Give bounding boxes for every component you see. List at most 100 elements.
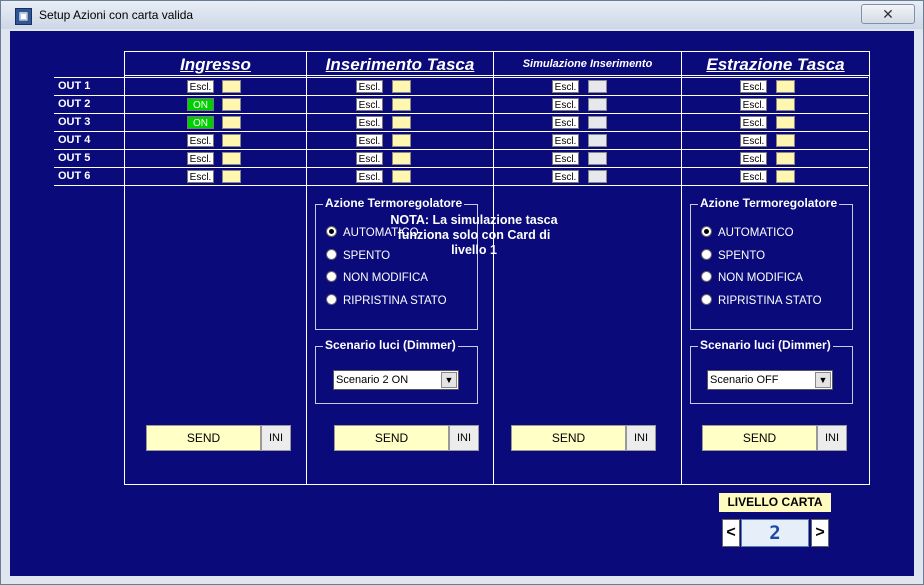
output-state-button[interactable]: Escl. bbox=[552, 80, 579, 93]
out-label: OUT 2 bbox=[58, 98, 91, 110]
row-divider bbox=[54, 77, 868, 78]
group-title: Scenario luci (Dimmer) bbox=[698, 338, 833, 352]
output-indicator[interactable] bbox=[588, 98, 607, 111]
send-button-estrazione[interactable]: SEND bbox=[702, 425, 817, 451]
output-state-button[interactable]: Escl. bbox=[552, 170, 579, 183]
radio-spento[interactable]: SPENTO bbox=[326, 248, 390, 264]
output-indicator[interactable] bbox=[776, 152, 795, 165]
output-state-button[interactable]: Escl. bbox=[187, 170, 214, 183]
row-divider bbox=[54, 167, 868, 168]
radio-selected-icon bbox=[701, 226, 712, 238]
output-indicator[interactable] bbox=[222, 116, 241, 129]
output-indicator[interactable] bbox=[588, 134, 607, 147]
output-state-button[interactable]: Escl. bbox=[740, 134, 767, 147]
column-divider bbox=[493, 52, 494, 484]
output-indicator[interactable] bbox=[392, 98, 411, 111]
radio-non-modifica[interactable]: NON MODIFICA bbox=[701, 270, 803, 286]
output-indicator[interactable] bbox=[776, 80, 795, 93]
radio-icon bbox=[326, 249, 337, 261]
output-state-button[interactable]: Escl. bbox=[187, 152, 214, 165]
livello-prev-button[interactable]: < bbox=[722, 519, 740, 547]
output-state-button[interactable]: Escl. bbox=[740, 116, 767, 129]
output-state-button[interactable]: Escl. bbox=[356, 98, 383, 111]
radio-label: SPENTO bbox=[718, 250, 766, 262]
column-header-estrazione: Estrazione Tasca bbox=[706, 55, 845, 74]
output-indicator[interactable] bbox=[392, 134, 411, 147]
chevron-down-icon[interactable]: ▼ bbox=[441, 372, 457, 388]
output-indicator[interactable] bbox=[392, 80, 411, 93]
output-state-button[interactable]: ON bbox=[187, 98, 214, 111]
send-button-ingresso[interactable]: SEND bbox=[146, 425, 261, 451]
chevron-down-icon[interactable]: ▼ bbox=[815, 372, 831, 388]
output-state-button[interactable]: Escl. bbox=[552, 134, 579, 147]
radio-ripristina-stato[interactable]: RIPRISTINA STATO bbox=[701, 293, 822, 309]
ini-button-ingresso[interactable]: INI bbox=[261, 425, 291, 451]
output-indicator[interactable] bbox=[588, 116, 607, 129]
radio-label: RIPRISTINA STATO bbox=[718, 295, 822, 307]
output-state-button[interactable]: Escl. bbox=[740, 80, 767, 93]
output-indicator[interactable] bbox=[776, 134, 795, 147]
out-label: OUT 3 bbox=[58, 116, 91, 128]
output-state-button[interactable]: Escl. bbox=[356, 170, 383, 183]
output-indicator[interactable] bbox=[776, 98, 795, 111]
ini-button-estrazione[interactable]: INI bbox=[817, 425, 847, 451]
output-indicator[interactable] bbox=[392, 116, 411, 129]
row-divider bbox=[54, 149, 868, 150]
out-label: OUT 5 bbox=[58, 152, 91, 164]
output-state-button[interactable]: Escl. bbox=[187, 80, 214, 93]
scenario-dropdown[interactable]: Scenario 2 ON ▼ bbox=[333, 370, 459, 390]
radio-icon bbox=[701, 249, 712, 261]
output-state-button[interactable]: Escl. bbox=[740, 152, 767, 165]
ini-button-simulazione[interactable]: INI bbox=[626, 425, 656, 451]
column-header-simulazione: Simulazione Inserimento bbox=[522, 58, 653, 70]
output-indicator[interactable] bbox=[392, 152, 411, 165]
radio-label: SPENTO bbox=[343, 250, 391, 262]
output-state-button[interactable]: Escl. bbox=[552, 116, 579, 129]
output-state-button[interactable]: Escl. bbox=[356, 80, 383, 93]
row-divider bbox=[54, 131, 868, 132]
radio-automatico[interactable]: AUTOMATICO bbox=[701, 225, 794, 241]
output-state-button[interactable]: Escl. bbox=[552, 152, 579, 165]
output-indicator[interactable] bbox=[776, 116, 795, 129]
ini-button-inserimento[interactable]: INI bbox=[449, 425, 479, 451]
livello-next-button[interactable]: > bbox=[811, 519, 829, 547]
radio-spento[interactable]: SPENTO bbox=[701, 248, 765, 264]
output-indicator[interactable] bbox=[222, 80, 241, 93]
row-divider bbox=[54, 113, 868, 114]
dropdown-value: Scenario 2 ON bbox=[336, 374, 409, 386]
radio-selected-icon bbox=[326, 226, 337, 238]
output-state-button[interactable]: Escl. bbox=[356, 116, 383, 129]
output-state-button[interactable]: Escl. bbox=[740, 98, 767, 111]
output-state-button[interactable]: Escl. bbox=[356, 152, 383, 165]
out-label: OUT 4 bbox=[58, 134, 91, 146]
send-button-simulazione[interactable]: SEND bbox=[511, 425, 626, 451]
output-indicator[interactable] bbox=[588, 80, 607, 93]
send-button-inserimento[interactable]: SEND bbox=[334, 425, 449, 451]
output-state-button[interactable]: Escl. bbox=[552, 98, 579, 111]
output-indicator[interactable] bbox=[222, 170, 241, 183]
radio-non-modifica[interactable]: NON MODIFICA bbox=[326, 270, 428, 286]
output-state-button[interactable]: Escl. bbox=[356, 134, 383, 147]
radio-icon bbox=[701, 271, 712, 283]
column-divider bbox=[306, 52, 307, 484]
output-indicator[interactable] bbox=[588, 170, 607, 183]
output-indicator[interactable] bbox=[222, 152, 241, 165]
radio-icon bbox=[701, 294, 712, 306]
output-indicator[interactable] bbox=[776, 170, 795, 183]
output-indicator[interactable] bbox=[392, 170, 411, 183]
output-state-button[interactable]: Escl. bbox=[187, 134, 214, 147]
scenario-dropdown[interactable]: Scenario OFF ▼ bbox=[707, 370, 833, 390]
output-state-button[interactable]: ON bbox=[187, 116, 214, 129]
output-indicator[interactable] bbox=[222, 134, 241, 147]
output-indicator[interactable] bbox=[222, 98, 241, 111]
dialog-window: ▣ Setup Azioni con carta valida ✕ Ingres… bbox=[0, 0, 924, 585]
radio-icon bbox=[326, 271, 337, 283]
simulation-note: NOTA: La simulazione tasca funziona solo… bbox=[390, 213, 558, 257]
radio-icon bbox=[326, 294, 337, 306]
output-indicator[interactable] bbox=[588, 152, 607, 165]
radio-ripristina-stato[interactable]: RIPRISTINA STATO bbox=[326, 293, 447, 309]
window-title: Setup Azioni con carta valida bbox=[39, 8, 194, 22]
output-state-button[interactable]: Escl. bbox=[740, 170, 767, 183]
radio-label: AUTOMATICO bbox=[718, 227, 794, 239]
close-button[interactable]: ✕ bbox=[861, 4, 915, 24]
